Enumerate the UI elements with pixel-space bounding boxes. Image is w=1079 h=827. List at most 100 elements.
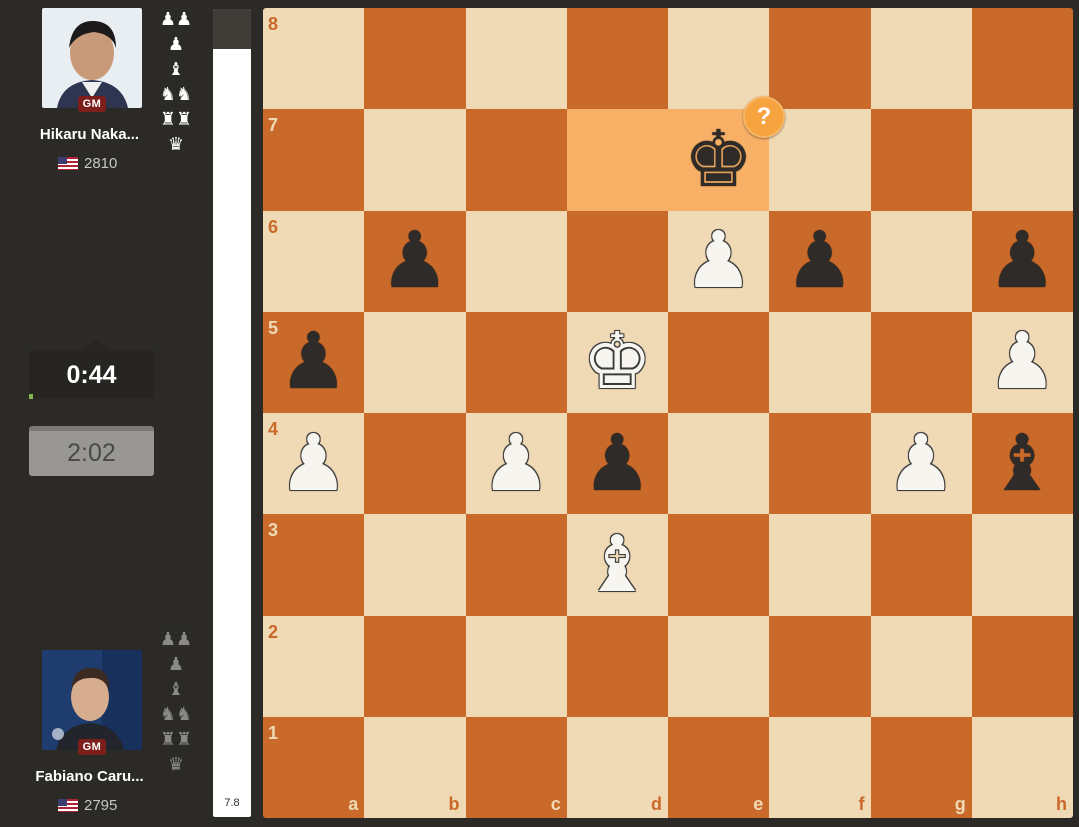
black-pawn-icon[interactable]: ♟	[364, 211, 465, 312]
top-player-clock: 0:44	[29, 351, 154, 399]
square-g7[interactable]	[870, 109, 972, 211]
square-g6[interactable]	[870, 210, 972, 312]
square-b3[interactable]	[364, 514, 466, 616]
top-player-rating: 2810	[84, 155, 118, 172]
square-a7[interactable]: 7	[263, 109, 365, 211]
square-b2[interactable]	[364, 615, 466, 717]
square-a8[interactable]: 8	[263, 8, 365, 110]
chess-board[interactable]: 8 7 ♚ 6 ♟ ♟ ♟ ♟ 5 ♟ ♚ ♟ 4 ♟ ♟ ♟ ♟ ♝ 3 ♝ 2 1 a b c d e f g h	[263, 8, 1073, 818]
top-player-title-badge: GM	[78, 96, 106, 112]
white-pawn-icon[interactable]: ♟	[263, 413, 364, 514]
square-h4[interactable]: ♝	[971, 413, 1073, 515]
square-c7[interactable]	[465, 109, 567, 211]
square-h7[interactable]	[971, 109, 1073, 211]
square-d5[interactable]: ♚	[566, 311, 668, 413]
square-e2[interactable]	[668, 615, 770, 717]
square-b7[interactable]	[364, 109, 466, 211]
white-king-icon[interactable]: ♚	[567, 312, 668, 413]
captured-pawns-icon: ♟♟	[159, 9, 193, 29]
captured-pawn-icon: ♟	[167, 654, 185, 674]
bottom-player-name[interactable]: Fabiano Caru...	[22, 768, 157, 785]
square-a6[interactable]: 6	[263, 210, 365, 312]
square-h1[interactable]: h	[971, 716, 1073, 818]
square-e1[interactable]: e	[668, 716, 770, 818]
square-a3[interactable]: 3	[263, 514, 365, 616]
square-a2[interactable]: 2	[263, 615, 365, 717]
square-a5[interactable]: 5 ♟	[263, 311, 365, 413]
rank-label: 8	[268, 14, 279, 34]
square-e5[interactable]	[668, 311, 770, 413]
square-f2[interactable]	[769, 615, 871, 717]
square-h5[interactable]: ♟	[971, 311, 1073, 413]
black-pawn-icon[interactable]: ♟	[263, 312, 364, 413]
square-f3[interactable]	[769, 514, 871, 616]
square-b5[interactable]	[364, 311, 466, 413]
rank-label: 6	[268, 216, 279, 237]
captured-pawns-icon: ♟♟	[159, 629, 193, 649]
square-b4[interactable]	[364, 413, 466, 515]
black-pawn-icon[interactable]: ♟	[769, 211, 870, 312]
square-d2[interactable]	[566, 615, 668, 717]
square-f8[interactable]	[769, 8, 871, 110]
square-f1[interactable]: f	[769, 716, 871, 818]
file-label: f	[858, 794, 865, 814]
square-f7[interactable]	[769, 109, 871, 211]
top-player-name[interactable]: Hikaru Naka...	[22, 126, 157, 143]
square-c8[interactable]	[465, 8, 567, 110]
square-g2[interactable]	[870, 615, 972, 717]
square-d1[interactable]: d	[566, 716, 668, 818]
captured-rooks-icon: ♜♜	[159, 729, 193, 749]
square-g5[interactable]	[870, 311, 972, 413]
square-h6[interactable]: ♟	[971, 210, 1073, 312]
square-f4[interactable]	[769, 413, 871, 515]
square-c5[interactable]	[465, 311, 567, 413]
captured-bishop-icon: ♝	[167, 679, 185, 699]
clock-active-indicator	[29, 394, 33, 399]
white-pawn-icon[interactable]: ♟	[466, 413, 567, 514]
top-player-avatar[interactable]	[42, 8, 142, 108]
square-b8[interactable]	[364, 8, 466, 110]
file-label: h	[1056, 794, 1067, 814]
square-c4[interactable]: ♟	[465, 413, 567, 515]
black-pawn-icon[interactable]: ♟	[972, 211, 1073, 312]
rank-label: 2	[268, 621, 279, 642]
square-g8[interactable]	[870, 8, 972, 110]
square-b1[interactable]: b	[364, 716, 466, 818]
square-a1[interactable]: 1a	[263, 716, 365, 818]
square-c2[interactable]	[465, 615, 567, 717]
file-label: b	[448, 794, 460, 814]
square-c6[interactable]	[465, 210, 567, 312]
square-e8[interactable]	[668, 8, 770, 110]
square-d7[interactable]	[566, 109, 668, 211]
square-g3[interactable]	[870, 514, 972, 616]
square-h2[interactable]	[971, 615, 1073, 717]
captured-pawn-icon: ♟	[167, 34, 185, 54]
white-pawn-icon[interactable]: ♟	[668, 211, 769, 312]
bottom-player-avatar[interactable]	[42, 650, 142, 750]
square-d8[interactable]	[566, 8, 668, 110]
square-c1[interactable]: c	[465, 716, 567, 818]
bottom-player-clock: 2:02	[29, 426, 154, 476]
white-pawn-icon[interactable]: ♟	[871, 413, 972, 514]
file-label: c	[550, 794, 561, 814]
black-pawn-icon[interactable]: ♟	[567, 413, 668, 514]
square-c3[interactable]	[465, 514, 567, 616]
square-d4[interactable]: ♟	[566, 413, 668, 515]
square-e6[interactable]: ♟	[668, 210, 770, 312]
white-pawn-icon[interactable]: ♟	[972, 312, 1073, 413]
square-e3[interactable]	[668, 514, 770, 616]
square-f5[interactable]	[769, 311, 871, 413]
square-g4[interactable]: ♟	[870, 413, 972, 515]
white-bishop-icon[interactable]: ♝	[567, 514, 668, 615]
square-d3[interactable]: ♝	[566, 514, 668, 616]
square-f6[interactable]: ♟	[769, 210, 871, 312]
square-e4[interactable]	[668, 413, 770, 515]
square-a4[interactable]: 4 ♟	[263, 413, 365, 515]
square-b6[interactable]: ♟	[364, 210, 466, 312]
square-h3[interactable]	[971, 514, 1073, 616]
black-bishop-icon[interactable]: ♝	[972, 413, 1073, 514]
square-d6[interactable]	[566, 210, 668, 312]
bottom-player-rating: 2795	[84, 797, 118, 814]
square-g1[interactable]: g	[870, 716, 972, 818]
square-h8[interactable]	[971, 8, 1073, 110]
